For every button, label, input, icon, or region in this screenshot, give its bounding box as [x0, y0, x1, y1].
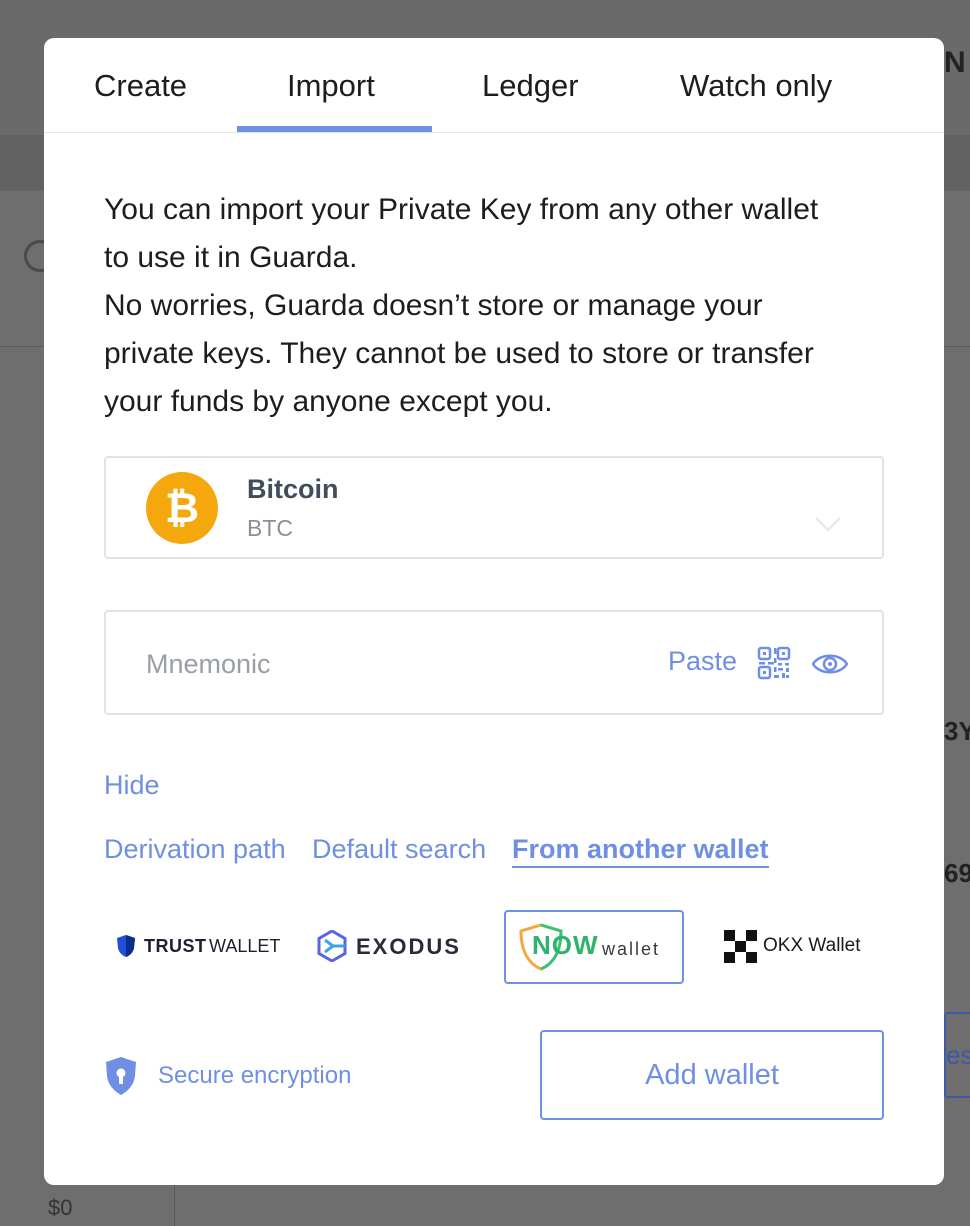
- trust-shield-icon: [117, 935, 135, 957]
- wallet-label: WALLET: [209, 936, 281, 956]
- description-line: No worries, Guarda doesn’t store or mana…: [104, 289, 763, 322]
- bg-sidebar-edge: [115, 1185, 175, 1226]
- bg-partial-text: 69: [944, 858, 970, 888]
- mnemonic-field: Paste: [104, 610, 884, 715]
- bg-button-label: es: [946, 1040, 970, 1070]
- bg-partial-text: N: [944, 46, 966, 79]
- description-line: private keys. They cannot be used to sto…: [104, 337, 814, 370]
- option-from-another-wallet[interactable]: From another wallet: [512, 834, 769, 868]
- tab-import[interactable]: Import: [287, 68, 375, 104]
- description-line: to use it in Guarda.: [104, 241, 358, 274]
- exodus-icon: [317, 930, 347, 962]
- wallet-label: NOW: [532, 930, 599, 960]
- coin-name: Bitcoin: [247, 474, 339, 504]
- wallet-trust[interactable]: TRUST WALLET: [106, 910, 284, 984]
- tab-watch-only[interactable]: Watch only: [680, 68, 832, 104]
- wallet-label: TRUST: [144, 936, 207, 956]
- description-line: You can import your Private Key from any…: [104, 193, 819, 226]
- paste-button[interactable]: Paste: [668, 646, 737, 677]
- import-description: You can import your Private Key from any…: [104, 186, 894, 426]
- bitcoin-icon: ₿: [146, 472, 218, 544]
- wallet-okx[interactable]: OKX Wallet: [712, 910, 884, 984]
- coin-symbol: BTC: [247, 515, 293, 541]
- bg-balance: $0: [48, 1195, 73, 1220]
- option-default-search[interactable]: Default search: [312, 834, 486, 865]
- hide-options-link[interactable]: Hide: [104, 770, 160, 801]
- bg-button: es: [944, 1012, 970, 1098]
- active-tab-indicator: [237, 126, 432, 132]
- add-wallet-button[interactable]: Add wallet: [540, 1030, 884, 1120]
- tab-bar: Create Import Ledger Watch only: [44, 38, 944, 133]
- option-derivation-path[interactable]: Derivation path: [104, 834, 286, 865]
- add-wallet-modal: Create Import Ledger Watch only You can …: [44, 38, 944, 1185]
- tab-create[interactable]: Create: [94, 68, 187, 104]
- wallet-label: EXODUS: [356, 934, 461, 959]
- chevron-down-icon: [815, 517, 841, 532]
- secure-encryption-label: Secure encryption: [158, 1062, 352, 1089]
- wallet-exodus[interactable]: EXODUS: [306, 910, 486, 984]
- okx-icon: [724, 930, 757, 963]
- bg-partial-text: 3Y: [944, 716, 970, 746]
- wallet-label: wallet: [602, 939, 661, 959]
- description-line: your funds by anyone except you.: [104, 385, 553, 418]
- eye-icon[interactable]: [811, 650, 849, 678]
- qr-code-icon[interactable]: [757, 646, 791, 680]
- wallet-now[interactable]: NOW wallet: [504, 910, 684, 984]
- mnemonic-input[interactable]: [146, 646, 626, 682]
- coin-selector[interactable]: ₿ Bitcoin BTC: [104, 456, 884, 559]
- tab-ledger[interactable]: Ledger: [482, 68, 579, 104]
- shield-lock-icon: [106, 1057, 136, 1095]
- wallet-label: OKX Wallet: [763, 935, 861, 956]
